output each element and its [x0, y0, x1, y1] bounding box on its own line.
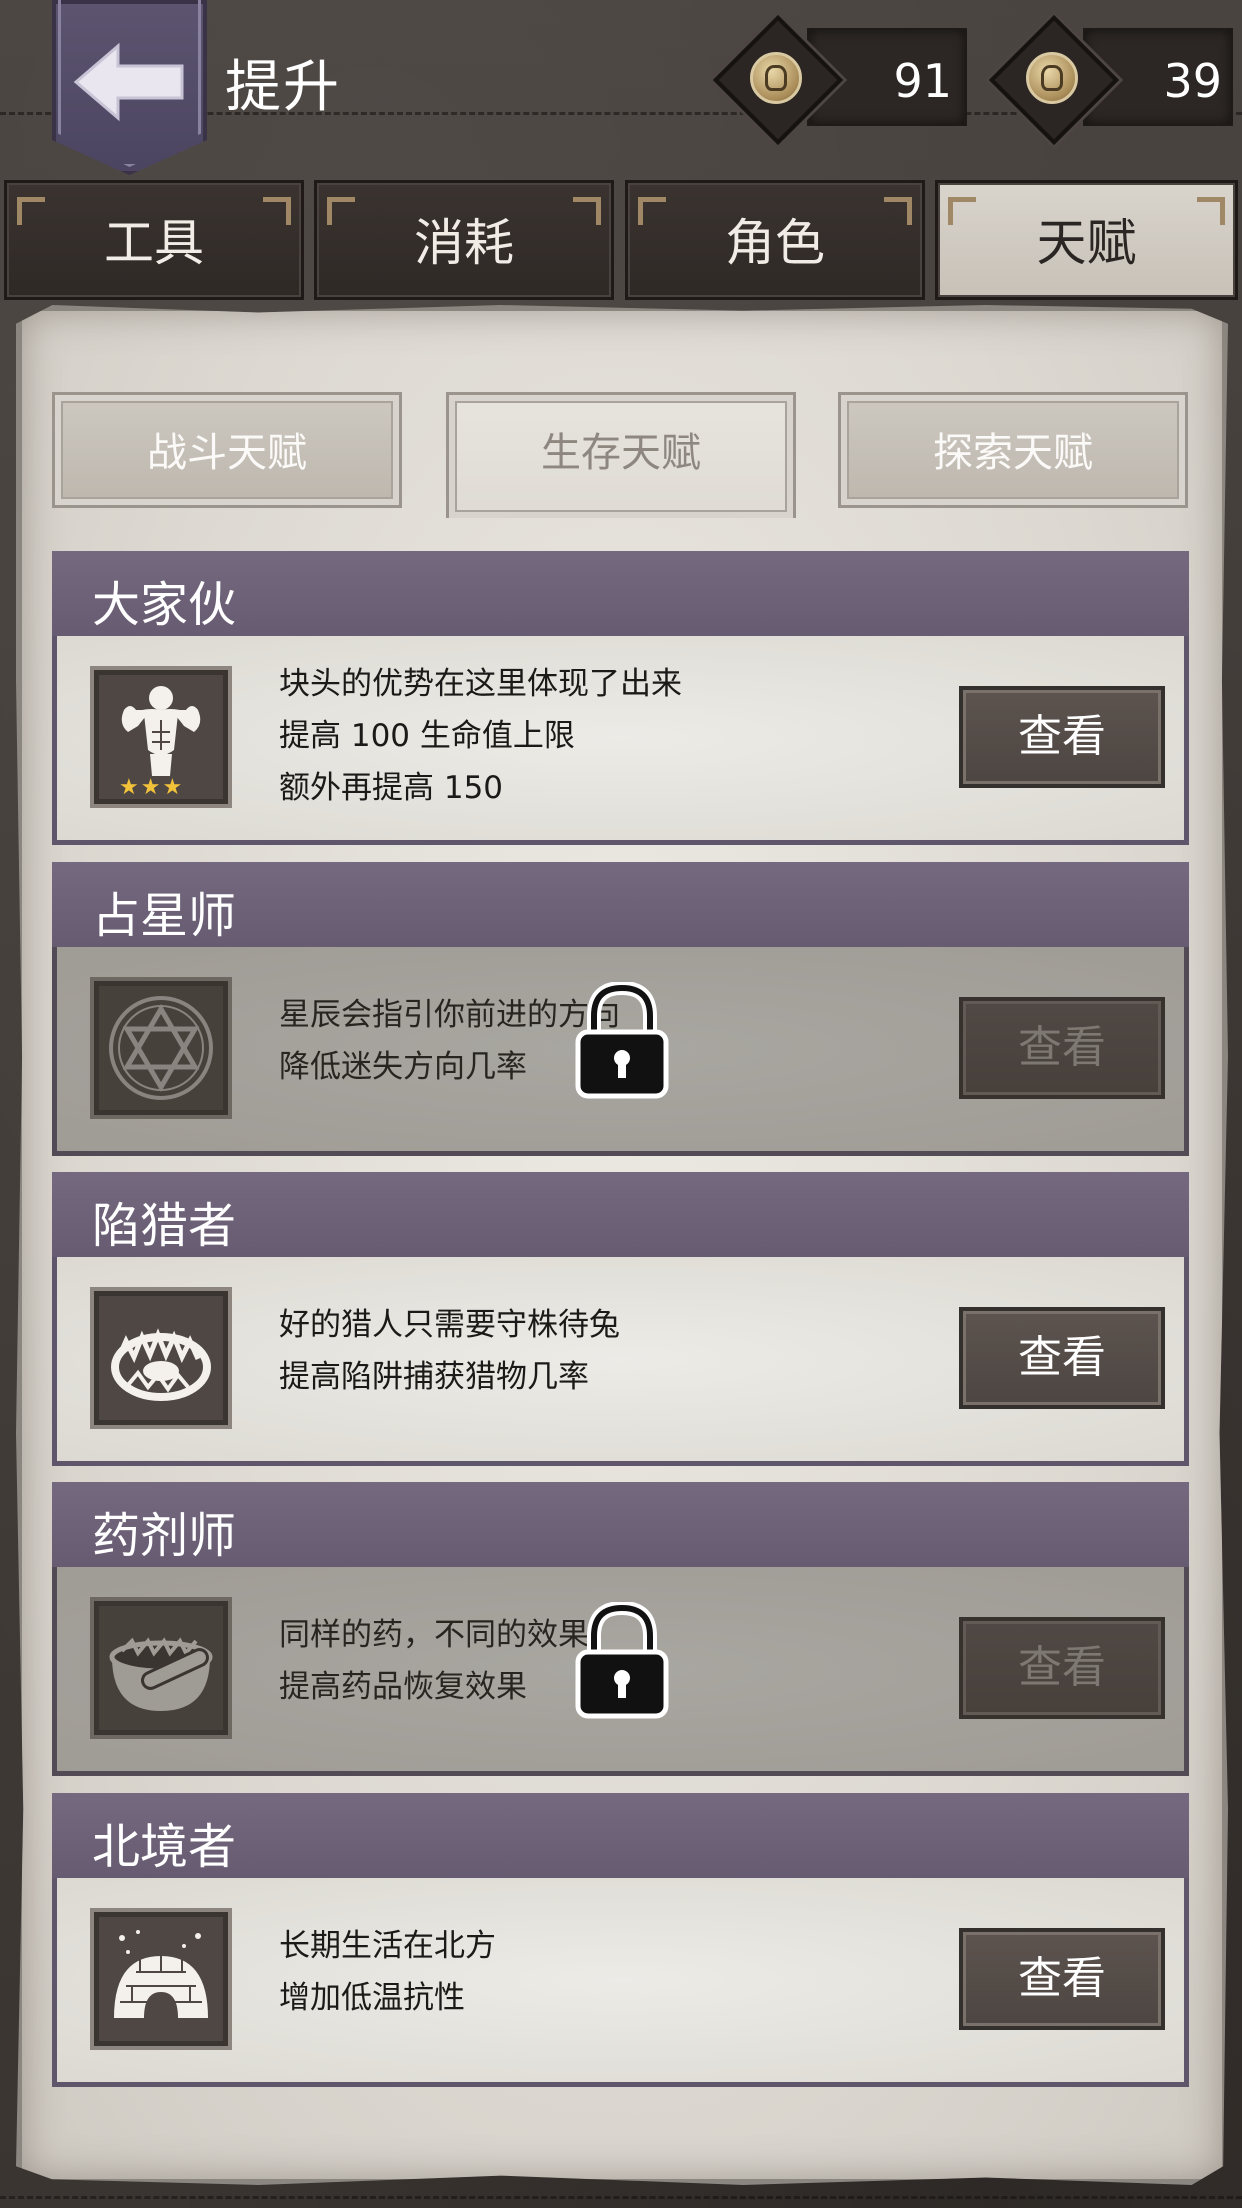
- talent-name: 大家伙: [92, 577, 237, 633]
- hexagram-icon: [109, 996, 213, 1100]
- corner-ornament: [948, 197, 976, 225]
- talent-description: 星辰会指引你前进的方向 降低迷失方向几率: [279, 989, 620, 1093]
- talent-header: 占星师: [52, 862, 1189, 947]
- tab-talents[interactable]: 天赋: [935, 180, 1238, 300]
- talent-card-trapper: 陷猎者 好的猎人只需要守株待兔 提高陷阱捕获猎物几率 查看: [52, 1172, 1189, 1466]
- stitch-line: [0, 2196, 1242, 2199]
- talent-icon-frame: [90, 977, 232, 1119]
- desc-line: 增加低温抗性: [279, 1980, 465, 2016]
- talent-icon-frame: [90, 1908, 232, 2050]
- desc-line: 长期生活在北方: [279, 1928, 496, 1964]
- view-button[interactable]: 查看: [959, 1307, 1165, 1409]
- talent-name: 药剂师: [92, 1508, 237, 1564]
- bear-trap-icon: [111, 1328, 211, 1401]
- desc-line: 提高陷阱捕获猎物几率: [279, 1359, 589, 1395]
- tab-label: 天赋: [1036, 214, 1137, 272]
- view-button[interactable]: 查看: [959, 997, 1165, 1099]
- tab-tools[interactable]: 工具: [4, 180, 304, 300]
- currency-counter: 39: [988, 14, 1242, 146]
- back-button[interactable]: [52, 0, 207, 175]
- coin-icon: [1026, 52, 1078, 104]
- tab-character[interactable]: 角色: [625, 180, 925, 300]
- talent-body: 好的猎人只需要守株待兔 提高陷阱捕获猎物几率 查看: [52, 1257, 1189, 1466]
- tab-consumables[interactable]: 消耗: [314, 180, 614, 300]
- talent-icon-frame: [90, 1287, 232, 1429]
- desc-line: 提高药品恢复效果: [279, 1669, 527, 1705]
- talent-description: 块头的优势在这里体现了出来 提高 100 生命值上限 额外再提高 150: [279, 658, 682, 814]
- desc-line: 降低迷失方向几率: [279, 1049, 527, 1085]
- talent-header: 陷猎者: [52, 1172, 1189, 1257]
- talent-description: 好的猎人只需要守株待兔 提高陷阱捕获猎物几率: [279, 1299, 620, 1403]
- subtab-combat-talents[interactable]: 战斗天赋: [52, 392, 402, 508]
- corner-ornament: [17, 197, 45, 225]
- corner-ornament: [263, 197, 291, 225]
- talent-body: ★★★ 块头的优势在这里体现了出来 提高 100 生命值上限 额外再提高 150…: [52, 636, 1189, 845]
- tab-label: 消耗: [414, 214, 514, 272]
- desc-line: 块头的优势在这里体现了出来: [279, 666, 682, 702]
- subtab-survival-talents[interactable]: 生存天赋: [446, 392, 796, 518]
- talent-card-astrologer: 占星师 星辰会指引你前进的方向 降低迷失方向几率 查看: [52, 862, 1189, 1156]
- talent-header: 北境者: [52, 1793, 1189, 1878]
- corner-ornament: [884, 197, 912, 225]
- desc-line: 提高 100 生命值上限: [279, 718, 575, 754]
- talent-body: 长期生活在北方 增加低温抗性 查看: [52, 1878, 1189, 2087]
- desc-line: 同样的药，不同的效果: [279, 1617, 589, 1653]
- view-button[interactable]: 查看: [959, 1617, 1165, 1719]
- corner-ornament: [638, 197, 666, 225]
- arrow-left-icon: [73, 42, 184, 122]
- talent-card-big-guy: 大家伙 ★★★ 块头的优势在这里体现了出来 提高 100 生命值上限 额外再提高…: [52, 551, 1189, 845]
- igloo-icon: [114, 1930, 208, 2018]
- desc-line: 额外再提高 150: [279, 770, 504, 806]
- currency-value: 91: [893, 54, 952, 108]
- coin-icon: [750, 52, 802, 104]
- talent-name: 陷猎者: [92, 1198, 237, 1254]
- talent-name: 北境者: [92, 1819, 237, 1875]
- desc-line: 星辰会指引你前进的方向: [279, 997, 620, 1033]
- subtab-label: 生存天赋: [541, 430, 701, 476]
- talent-icon-frame: ★★★: [90, 666, 232, 808]
- talent-header: 大家伙: [52, 551, 1189, 636]
- subtab-label: 探索天赋: [933, 430, 1093, 476]
- subtab-explore-talents[interactable]: 探索天赋: [838, 392, 1188, 508]
- currency-counter: 91: [712, 14, 982, 146]
- talent-card-pharmacist: 药剂师 同样的药，不同的效果 提高药品恢复效果 查看: [52, 1482, 1189, 1776]
- tab-label: 工具: [104, 214, 204, 272]
- talent-name: 占星师: [92, 888, 237, 944]
- talent-description: 同样的药，不同的效果 提高药品恢复效果: [279, 1609, 589, 1713]
- view-button[interactable]: 查看: [959, 1928, 1165, 2030]
- corner-ornament: [327, 197, 355, 225]
- corner-ornament: [573, 197, 601, 225]
- currency-value: 39: [1163, 54, 1222, 108]
- talent-icon-frame: [90, 1597, 232, 1739]
- talent-description: 长期生活在北方 增加低温抗性: [279, 1920, 496, 2024]
- lock-icon: [575, 982, 669, 1099]
- talent-header: 药剂师: [52, 1482, 1189, 1567]
- lock-icon: [575, 1602, 669, 1719]
- mortar-pestle-icon: [109, 1637, 213, 1711]
- page-title: 提升: [225, 55, 341, 120]
- view-button[interactable]: 查看: [959, 686, 1165, 788]
- talent-card-northerner: 北境者 长期生活在北方 增加低温抗性 查看: [52, 1793, 1189, 2087]
- star-rating: ★★★: [119, 775, 185, 800]
- subtab-label: 战斗天赋: [147, 430, 307, 476]
- desc-line: 好的猎人只需要守株待兔: [279, 1307, 620, 1343]
- tab-label: 角色: [725, 214, 825, 272]
- corner-ornament: [1197, 197, 1225, 225]
